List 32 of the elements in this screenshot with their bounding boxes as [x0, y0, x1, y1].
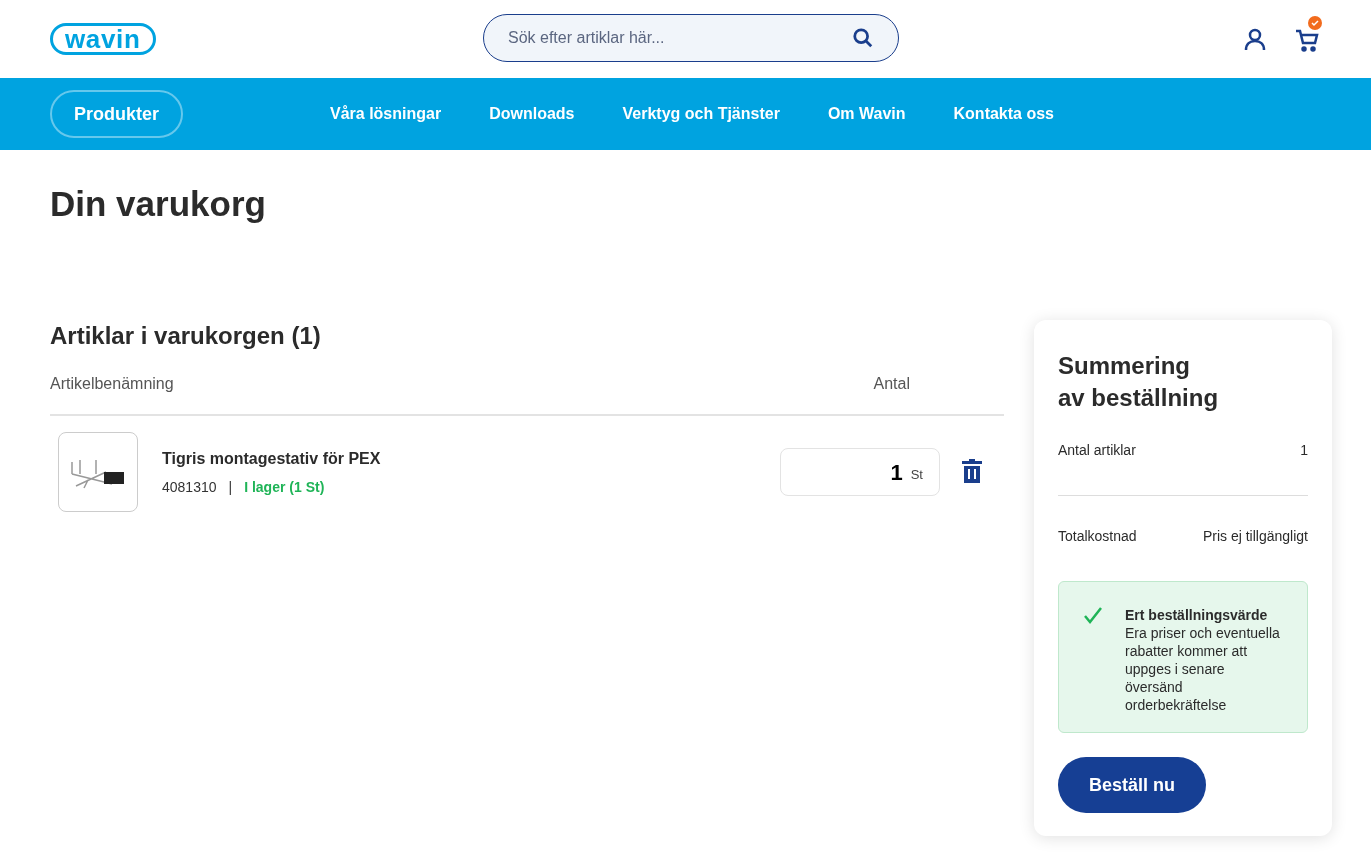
- user-icon[interactable]: [1243, 27, 1267, 51]
- summary-value: 1: [1300, 441, 1308, 460]
- section-heading: Artiklar i varukorgen (1): [50, 321, 322, 351]
- products-button[interactable]: Produkter: [50, 90, 183, 138]
- separator: |: [228, 477, 233, 497]
- notice-text: Era priser och eventuella rabatter kommer att uppges i senare översänd orderbekräftelse: [1125, 624, 1281, 714]
- nav-link[interactable]: Downloads: [489, 102, 575, 126]
- nav-link[interactable]: Verktyg och Tjänster: [622, 102, 780, 126]
- search-icon[interactable]: [852, 27, 874, 49]
- nav-link[interactable]: Våra lösningar: [330, 102, 442, 126]
- article-number: 4081310: [162, 477, 217, 497]
- wavin-logo[interactable]: wavin: [50, 23, 156, 55]
- column-header: Artikelbenämning: [50, 374, 174, 394]
- quantity-value: 1: [890, 458, 903, 487]
- nav-link[interactable]: Om Wavin: [827, 102, 906, 126]
- summary-title: Summering av beställning: [1058, 351, 1220, 413]
- unit-label: St: [910, 466, 923, 485]
- notice-title: Ert beställningsvärde: [1125, 606, 1269, 624]
- checkmark-icon: [1083, 606, 1103, 624]
- product-name[interactable]: Tigris montagestativ för PEX: [162, 446, 780, 471]
- nav-link[interactable]: Kontakta oss: [953, 102, 1054, 126]
- summary-label: Totalkostnad: [1058, 527, 1137, 546]
- search-field[interactable]: Sök efter artiklar här...: [483, 14, 899, 62]
- quantity-field[interactable]: 1 St: [780, 448, 940, 496]
- stock-status: I lager (1 St): [244, 477, 325, 497]
- summary-label: Antal artiklar: [1058, 441, 1136, 460]
- summary-value: Pris ej tillgängligt: [1202, 527, 1308, 546]
- page-title: Din varukorg: [50, 183, 266, 225]
- trash-icon[interactable]: [962, 459, 982, 483]
- order-button[interactable]: Beställ nu: [1058, 757, 1206, 813]
- column-header: Antal: [873, 374, 910, 394]
- cart-icon[interactable]: [1295, 28, 1319, 52]
